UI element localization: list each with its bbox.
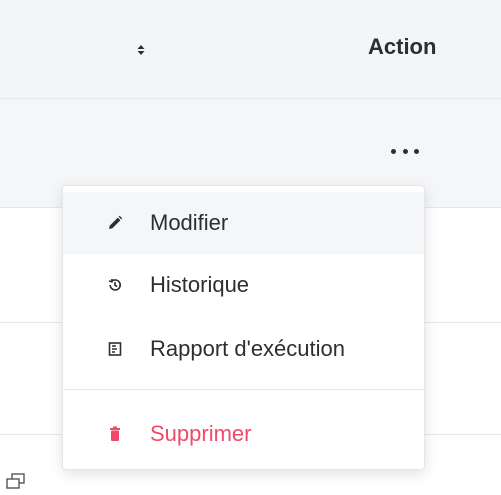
menu-item-label: Supprimer (150, 421, 252, 446)
menu-item-historique[interactable]: Historique (63, 254, 424, 316)
window-restore-icon[interactable] (6, 473, 26, 489)
table-header: Action (0, 0, 501, 99)
menu-item-label: Modifier (150, 210, 229, 235)
report-icon (107, 341, 123, 357)
dot (391, 148, 396, 154)
column-header-action: Action (368, 34, 437, 59)
menu-item-modifier[interactable]: Modifier (63, 192, 424, 254)
history-icon (107, 277, 123, 293)
row-actions-menu: Modifier Historique Rapport d'exécution (62, 185, 425, 470)
pencil-icon (107, 215, 123, 231)
menu-item-supprimer[interactable]: Supprimer (63, 403, 424, 465)
menu-item-rapport[interactable]: Rapport d'exécution (63, 318, 424, 380)
menu-item-label: Rapport d'exécution (150, 336, 345, 361)
sort-both-icon[interactable] (136, 42, 146, 58)
menu-item-label: Historique (150, 272, 250, 297)
table-with-actions-menu: Action Modifier Historique Rapport d'exé… (0, 0, 501, 495)
menu-divider (63, 389, 424, 390)
dot (414, 148, 419, 154)
dot (402, 148, 408, 154)
more-actions-icon[interactable] (391, 144, 419, 158)
trash-icon (107, 426, 123, 442)
